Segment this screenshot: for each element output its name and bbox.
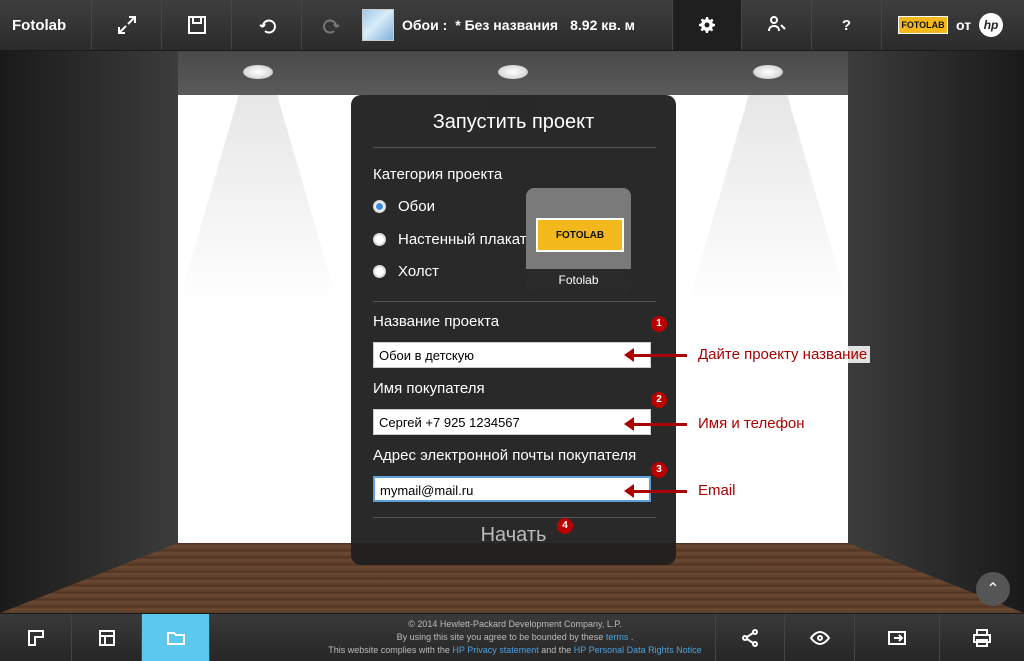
fotolab-logo: FOTOLAB (536, 218, 624, 252)
radio-unchecked-icon (373, 265, 386, 278)
export-icon (888, 630, 906, 645)
ceiling-spotlight (243, 65, 273, 79)
partner-card[interactable]: FOTOLAB Fotolab (526, 188, 631, 291)
fotolab-mini-logo: FOTOLAB (898, 16, 948, 34)
project-thumbnail (362, 9, 394, 41)
hint-project-name: Дайте проекту название (695, 346, 871, 363)
dialog-title: Запустить проект (432, 111, 595, 133)
radio-label: Обои (398, 198, 435, 215)
eye-icon (809, 630, 830, 645)
terms-link[interactable]: terms (606, 632, 629, 642)
divider (373, 147, 656, 148)
divider (373, 517, 656, 518)
project-area: 8.92 кв. м (570, 17, 635, 33)
buyer-name-label: Имя покупателя (373, 380, 485, 397)
print-button[interactable] (940, 614, 1024, 661)
hint-email: Email (698, 482, 736, 499)
save-button[interactable] (162, 0, 232, 50)
hp-logo: hp (979, 13, 1004, 37)
annotation-arrow (624, 417, 687, 431)
radio-checked-icon (373, 200, 386, 213)
buyer-name-input[interactable]: Сергей +7 925 1234567 (373, 409, 651, 435)
app-brand: Fotolab (0, 0, 92, 50)
share-icon (742, 628, 758, 647)
gear-icon (699, 17, 715, 33)
right-wall (848, 51, 1024, 613)
preview-button[interactable] (785, 614, 855, 661)
project-name: * Без названия (455, 17, 559, 33)
floppy-disk-icon (187, 16, 206, 34)
radio-wall-poster[interactable]: Настенный плакат (373, 231, 527, 248)
radio-label: Настенный плакат (398, 231, 527, 248)
bottom-toolbar: © 2014 Hewlett-Packard Development Compa… (0, 613, 1024, 661)
privacy-link[interactable]: HP Privacy statement (452, 645, 538, 655)
expand-icon (117, 16, 136, 34)
redo-button[interactable] (302, 0, 362, 50)
top-toolbar: Fotolab Обои : * Без названия 8.92 кв. м… (0, 0, 1024, 51)
project-title: Обои : * Без названия 8.92 кв. м (362, 8, 635, 42)
compliance-line: This website complies with the HP Privac… (290, 644, 740, 657)
settings-button[interactable] (672, 0, 742, 50)
folder-open-icon (166, 631, 185, 645)
annotation-arrow (624, 348, 687, 362)
radio-label: Холст (398, 263, 439, 280)
step-badge: 2 (651, 392, 667, 408)
annotation-arrow (624, 484, 687, 498)
double-chevron-up-icon: ⌃ (986, 581, 1000, 598)
radio-unchecked-icon (373, 233, 386, 246)
help-icon: ? (841, 16, 852, 34)
projects-button[interactable] (142, 614, 210, 661)
terms-line: By using this site you agree to be bound… (396, 632, 634, 642)
ceiling-spotlight (753, 65, 783, 79)
layout-button[interactable] (72, 614, 142, 661)
compliance-text: and the (541, 645, 572, 655)
step-badge: 3 (651, 462, 667, 478)
divider (373, 301, 656, 302)
undo-button[interactable] (232, 0, 302, 50)
share-button[interactable] (715, 614, 785, 661)
radio-wallpaper[interactable]: Обои (373, 198, 435, 215)
copyright-footer: © 2014 Hewlett-Packard Development Compa… (290, 618, 740, 657)
left-wall (0, 51, 178, 613)
help-button[interactable]: ? (812, 0, 882, 50)
undo-icon (258, 19, 276, 34)
buyer-email-input[interactable]: mymail@mail.ru (373, 476, 651, 502)
export-button[interactable] (855, 614, 940, 661)
ruler-icon (27, 629, 44, 646)
project-name-label: Название проекта (373, 313, 500, 330)
layout-grid-icon (98, 629, 115, 646)
fullscreen-button[interactable] (92, 0, 162, 50)
measure-button[interactable] (0, 614, 72, 661)
printer-icon (973, 628, 991, 647)
start-button[interactable]: Начать (351, 524, 676, 547)
terms-text: By using this site you agree to be bound… (396, 632, 604, 642)
project-type: Обои : (402, 17, 448, 33)
contact-button[interactable] (742, 0, 812, 50)
project-name-input[interactable]: Обои в детскую (373, 342, 651, 368)
buyer-email-label: Адрес электронной почты покупателя (373, 447, 637, 464)
partner-name: Fotolab (526, 269, 631, 291)
copyright-line: © 2014 Hewlett-Packard Development Compa… (408, 619, 622, 629)
personal-data-link[interactable]: HP Personal Data Rights Notice (574, 645, 702, 655)
step-badge: 1 (651, 316, 667, 332)
step-badge: 4 (557, 518, 573, 534)
phone-contact-icon (767, 16, 786, 32)
compliance-text: This website complies with the (328, 645, 450, 655)
ceiling-spotlight (498, 65, 528, 79)
redo-icon (323, 19, 340, 34)
hint-buyer: Имя и телефон (698, 415, 805, 432)
category-label: Категория проекта (373, 166, 503, 183)
from-label: от (956, 17, 972, 33)
scroll-up-button[interactable]: ⌃ (976, 572, 1010, 606)
brand-area: FOTOLAB от hp (884, 0, 1024, 50)
radio-canvas[interactable]: Холст (373, 263, 439, 280)
